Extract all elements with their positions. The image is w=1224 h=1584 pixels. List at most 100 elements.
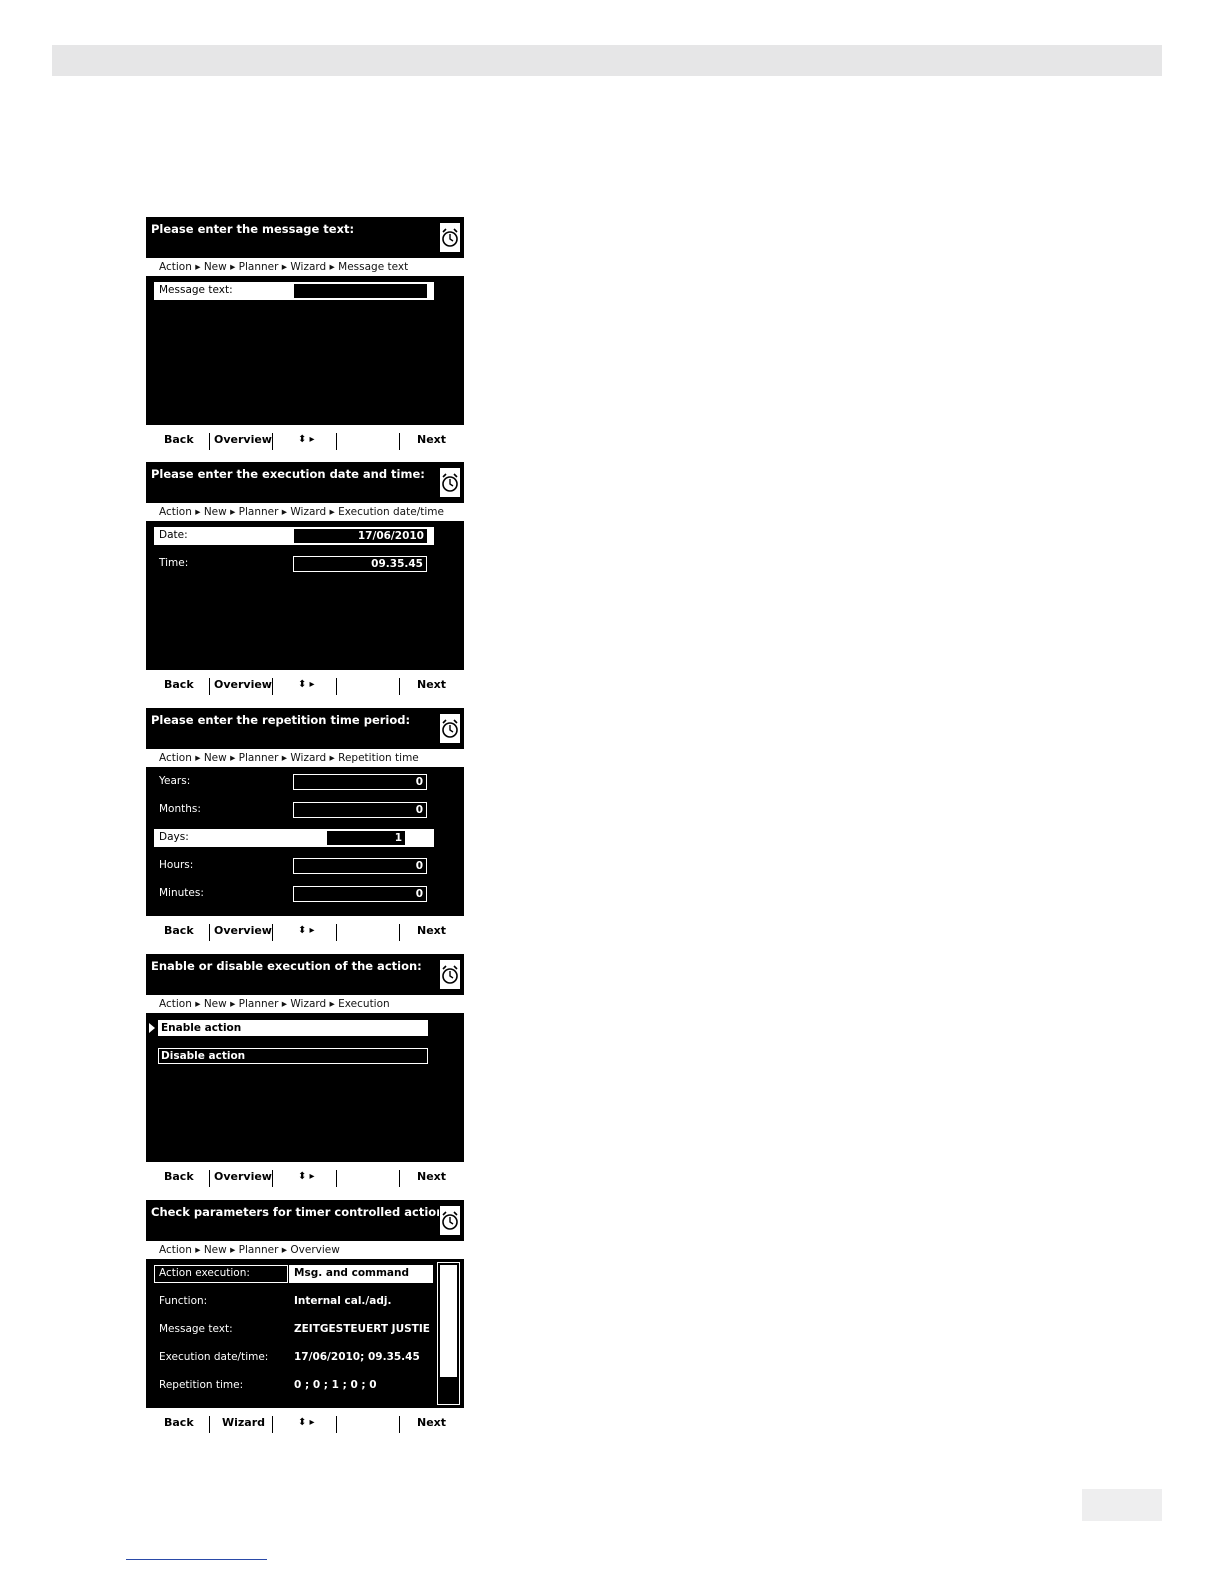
timer-clock-icon (439, 1205, 461, 1236)
field-value: 17/06/2010; 09.35.45 (294, 1351, 420, 1363)
content-area: Years: 0 Months: 0 Days: 1 Hours: 0 Minu… (146, 767, 464, 916)
field-label: Repetition time: (159, 1379, 244, 1391)
days-field[interactable]: Days: 1 (146, 829, 464, 847)
message-text-input[interactable] (293, 283, 430, 299)
breadcrumb: Action ▸ New ▸ Planner ▸ Wizard ▸ Execut… (146, 995, 464, 1013)
content-area: Message text: (146, 276, 464, 425)
years-input[interactable]: 0 (293, 774, 427, 790)
title-bar: Please enter the execution date and time… (146, 462, 464, 503)
content-area: Enable action Disable action (146, 1013, 464, 1162)
repetition-time-row[interactable]: Repetition time: 0 ; 0 ; 1 ; 0 ; 0 (146, 1377, 464, 1395)
field-label: Days: (159, 831, 189, 843)
field-value: ZEITGESTEUERT JUSTIERI (294, 1323, 430, 1335)
footer-link-line (126, 1559, 267, 1560)
next-button[interactable]: Next (417, 433, 446, 446)
hours-input[interactable]: 0 (293, 858, 427, 874)
up-down-right-arrows-icon[interactable]: ⬍ ▸ (298, 925, 315, 936)
back-button[interactable]: Back (164, 433, 194, 446)
back-button[interactable]: Back (164, 678, 194, 691)
softkey-bar: Back Wizard ⬍ ▸ Next (146, 1408, 464, 1438)
breadcrumb: Action ▸ New ▸ Planner ▸ Wizard ▸ Execut… (146, 503, 464, 521)
field-value: 0 ; 0 ; 1 ; 0 ; 0 (294, 1379, 377, 1391)
breadcrumb: Action ▸ New ▸ Planner ▸ Overview (146, 1241, 464, 1259)
date-field[interactable]: Date: 17/06/2010 (146, 527, 464, 545)
time-field[interactable]: Time: 09.35.45 (146, 555, 464, 573)
title-bar: Enable or disable execution of the actio… (146, 954, 464, 995)
field-label: Message text: (159, 1323, 233, 1335)
back-button[interactable]: Back (164, 1416, 194, 1429)
title-bar: Please enter the repetition time period: (146, 708, 464, 749)
selection-caret-icon (149, 1023, 155, 1033)
title-bar: Check parameters for timer controlled ac… (146, 1200, 464, 1241)
next-button[interactable]: Next (417, 1170, 446, 1183)
softkey-bar: Back Overview ⬍ ▸ Next (146, 1162, 464, 1192)
overview-button[interactable]: Overview (214, 1170, 272, 1183)
months-input[interactable]: 0 (293, 802, 427, 818)
overview-button[interactable]: Overview (214, 924, 272, 937)
field-value: Internal cal./adj. (294, 1295, 392, 1307)
breadcrumb: Action ▸ New ▸ Planner ▸ Wizard ▸ Messag… (146, 258, 464, 276)
screen-title: Please enter the repetition time period: (151, 713, 411, 727)
hours-field[interactable]: Hours: 0 (146, 857, 464, 875)
page-header-band (52, 45, 1162, 76)
screen-execution: Enable or disable execution of the actio… (146, 954, 464, 1192)
screen-overview: Check parameters for timer controlled ac… (146, 1200, 464, 1438)
years-field[interactable]: Years: 0 (146, 773, 464, 791)
next-button[interactable]: Next (417, 678, 446, 691)
date-input[interactable]: 17/06/2010 (293, 528, 430, 544)
softkey-bar: Back Overview ⬍ ▸ Next (146, 670, 464, 700)
enable-action-option[interactable]: Enable action (158, 1020, 428, 1036)
screen-repetition-time: Please enter the repetition time period:… (146, 708, 464, 946)
time-input[interactable]: 09.35.45 (293, 556, 427, 572)
scrollbar[interactable] (437, 1262, 460, 1405)
next-button[interactable]: Next (417, 924, 446, 937)
field-label: Execution date/time: (159, 1351, 269, 1363)
softkey-bar: Back Overview ⬍ ▸ Next (146, 425, 464, 455)
up-down-right-arrows-icon[interactable]: ⬍ ▸ (298, 434, 315, 445)
message-text-field[interactable]: Message text: (146, 282, 464, 300)
screen-title: Please enter the message text: (151, 222, 355, 236)
execution-date-time-row[interactable]: Execution date/time: 17/06/2010; 09.35.4… (146, 1349, 464, 1367)
field-label: Months: (159, 803, 201, 815)
field-label: Date: (159, 529, 188, 541)
scrollbar-thumb[interactable] (440, 1265, 457, 1377)
message-text-row[interactable]: Message text: ZEITGESTEUERT JUSTIERI (146, 1321, 464, 1339)
field-label: Message text: (159, 284, 233, 296)
timer-clock-icon (439, 959, 461, 990)
content-area: Date: 17/06/2010 Time: 09.35.45 (146, 521, 464, 670)
minutes-field[interactable]: Minutes: 0 (146, 885, 464, 903)
timer-clock-icon (439, 467, 461, 498)
next-button[interactable]: Next (417, 1416, 446, 1429)
softkey-bar: Back Overview ⬍ ▸ Next (146, 916, 464, 946)
screen-title: Enable or disable execution of the actio… (151, 959, 422, 973)
screen-title: Check parameters for timer controlled ac… (151, 1205, 456, 1219)
up-down-right-arrows-icon[interactable]: ⬍ ▸ (298, 1171, 315, 1182)
action-execution-row[interactable]: Action execution: Msg. and command (146, 1265, 464, 1283)
content-area: Action execution: Msg. and command Funct… (146, 1259, 464, 1408)
field-label: Minutes: (159, 887, 204, 899)
field-label: Years: (159, 775, 191, 787)
screen-execution-date-time: Please enter the execution date and time… (146, 462, 464, 700)
disable-action-option[interactable]: Disable action (158, 1048, 428, 1064)
days-input[interactable]: 1 (326, 830, 406, 846)
up-down-right-arrows-icon[interactable]: ⬍ ▸ (298, 1417, 315, 1428)
field-value: Msg. and command (294, 1267, 409, 1279)
back-button[interactable]: Back (164, 924, 194, 937)
up-down-right-arrows-icon[interactable]: ⬍ ▸ (298, 679, 315, 690)
overview-button[interactable]: Overview (214, 433, 272, 446)
minutes-input[interactable]: 0 (293, 886, 427, 902)
title-bar: Please enter the message text: (146, 217, 464, 258)
timer-clock-icon (439, 713, 461, 744)
field-label: Time: (159, 557, 189, 569)
months-field[interactable]: Months: 0 (146, 801, 464, 819)
screen-title: Please enter the execution date and time… (151, 467, 425, 481)
wizard-button[interactable]: Wizard (222, 1416, 265, 1429)
overview-button[interactable]: Overview (214, 678, 272, 691)
field-label: Hours: (159, 859, 194, 871)
field-label: Action execution: (159, 1267, 250, 1279)
breadcrumb: Action ▸ New ▸ Planner ▸ Wizard ▸ Repeti… (146, 749, 464, 767)
function-row[interactable]: Function: Internal cal./adj. (146, 1293, 464, 1311)
page-number-box (1082, 1489, 1162, 1521)
back-button[interactable]: Back (164, 1170, 194, 1183)
field-label: Function: (159, 1295, 208, 1307)
